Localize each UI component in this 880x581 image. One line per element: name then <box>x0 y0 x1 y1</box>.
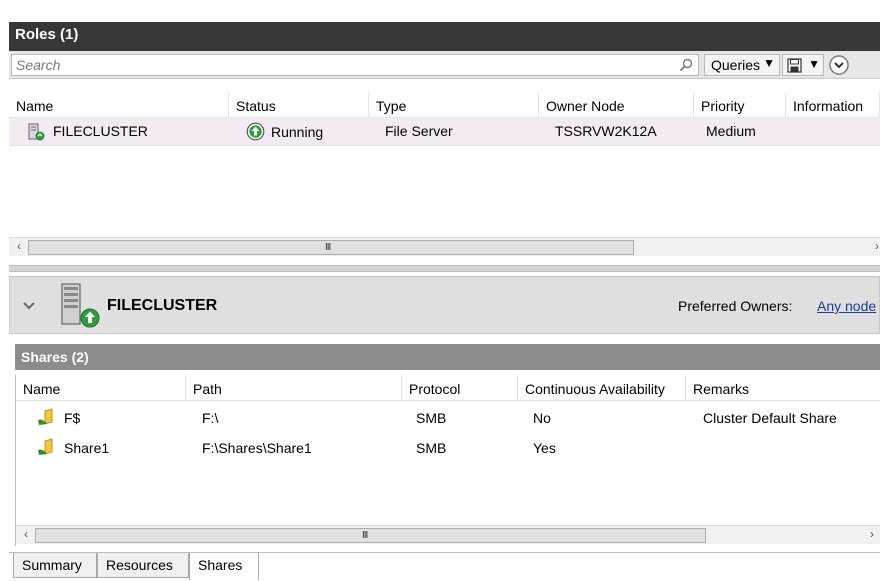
col-header-status[interactable]: Status <box>229 92 369 118</box>
role-status: Running <box>271 124 324 140</box>
detail-header: FILECLUSTER Preferred Owners: Any node <box>9 276 880 334</box>
col-header-priority[interactable]: Priority <box>694 92 786 118</box>
col-header-type[interactable]: Type <box>369 92 539 118</box>
col-header-information[interactable]: Information <box>786 92 880 118</box>
search-icon[interactable] <box>679 58 693 72</box>
roles-toolbar: Queries ▼ ▼ <box>9 51 880 79</box>
col-header-share-name[interactable]: Name <box>16 375 186 401</box>
roles-grid: Name Status Type Owner Node Priority Inf… <box>9 92 880 264</box>
scroll-right-icon[interactable]: › <box>864 527 880 543</box>
save-dropdown-arrow-icon: ▼ <box>808 57 820 71</box>
share-protocol: SMB <box>416 440 447 456</box>
folder-share-icon <box>38 408 53 425</box>
share-remarks: Cluster Default Share <box>703 410 837 426</box>
scroll-right-icon[interactable]: › <box>869 239 880 255</box>
table-row[interactable]: FILECLUSTER Running File Server TSSRVW2K… <box>9 118 880 146</box>
expand-chevron-icon[interactable] <box>828 54 850 76</box>
scroll-left-icon[interactable]: ‹ <box>11 239 27 255</box>
share-availability: No <box>533 410 551 426</box>
queries-dropdown-arrow-icon: ▼ <box>763 56 775 70</box>
tab-shares[interactable]: Shares <box>189 553 259 580</box>
search-box[interactable] <box>11 54 699 76</box>
role-type: File Server <box>385 123 453 139</box>
shares-header: Shares (2) <box>15 344 880 370</box>
pane-splitter[interactable] <box>9 265 880 272</box>
col-header-owner-node[interactable]: Owner Node <box>539 92 694 118</box>
running-status-icon <box>246 122 265 141</box>
roles-header: Roles (1) <box>9 22 880 51</box>
role-owner-node: TSSRVW2K12A <box>555 123 657 139</box>
queries-button[interactable]: Queries ▼ <box>704 54 780 76</box>
detail-tabbar: Summary Resources Shares <box>9 552 880 581</box>
scroll-grip: III <box>362 530 368 541</box>
col-header-protocol[interactable]: Protocol <box>402 375 518 401</box>
detail-title: FILECLUSTER <box>107 297 218 314</box>
preferred-owners-label: Preferred Owners: <box>678 298 793 314</box>
tab-summary[interactable]: Summary <box>13 553 97 578</box>
share-protocol: SMB <box>416 410 447 426</box>
shares-title: Shares (2) <box>21 349 89 365</box>
file-server-role-icon <box>28 123 45 141</box>
share-availability: Yes <box>533 440 556 456</box>
share-path: F:\ <box>202 410 219 426</box>
collapse-chevron-icon[interactable] <box>22 299 36 313</box>
shares-grid: Name Path Protocol Continuous Availabili… <box>15 375 880 546</box>
col-header-path[interactable]: Path <box>186 375 402 401</box>
roles-title: Roles (1) <box>15 26 79 43</box>
col-header-continuous-availability[interactable]: Continuous Availability <box>518 375 686 401</box>
save-query-button[interactable]: ▼ <box>782 54 824 76</box>
share-name: Share1 <box>64 440 110 456</box>
share-name: F$ <box>64 410 81 426</box>
col-header-name[interactable]: Name <box>9 92 229 118</box>
table-row[interactable]: F$ F:\ SMB No Cluster Default Share <box>16 405 880 433</box>
preferred-owners-link[interactable]: Any node <box>817 298 876 314</box>
roles-horizontal-scrollbar[interactable]: ‹ III › <box>9 237 880 256</box>
col-header-remarks[interactable]: Remarks <box>686 375 880 401</box>
save-icon <box>787 58 802 73</box>
role-priority: Medium <box>706 123 756 139</box>
scroll-left-icon[interactable]: ‹ <box>18 527 34 543</box>
queries-label: Queries <box>711 57 761 73</box>
tab-resources[interactable]: Resources <box>97 553 189 578</box>
role-name: FILECLUSTER <box>53 123 148 139</box>
folder-share-icon <box>38 438 53 455</box>
shares-horizontal-scrollbar[interactable]: ‹ III › <box>16 525 880 544</box>
roles-scroll-thumb[interactable]: III <box>28 240 634 255</box>
search-input[interactable] <box>12 55 652 75</box>
share-path: F:\Shares\Share1 <box>202 440 312 456</box>
table-row[interactable]: Share1 F:\Shares\Share1 SMB Yes <box>16 435 880 463</box>
shares-scroll-thumb[interactable]: III <box>35 528 706 543</box>
scroll-grip: III <box>325 242 331 253</box>
server-icon <box>61 283 100 328</box>
